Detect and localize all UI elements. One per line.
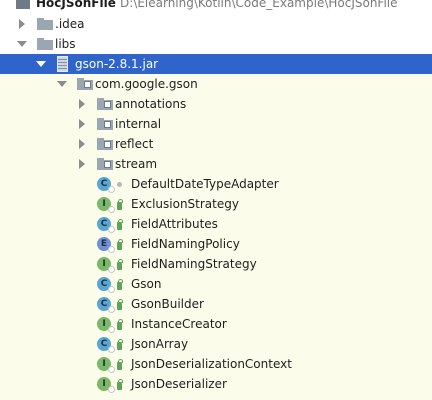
- tree-item-label: libs: [55, 37, 76, 51]
- tree-item-label: FieldAttributes: [131, 217, 218, 231]
- enum-icon: E: [97, 237, 115, 253]
- tree-item-label: com.google.gson: [95, 77, 198, 91]
- collapse-arrow-icon[interactable]: [57, 81, 67, 87]
- project-name: HocJSonFile: [36, 0, 116, 10]
- folder-icon: [37, 18, 53, 30]
- tree-item-label: .idea: [55, 17, 85, 31]
- expand-arrow-icon[interactable]: [79, 99, 85, 109]
- tree-item-label: FieldNamingPolicy: [131, 237, 240, 251]
- package-icon: [97, 138, 113, 150]
- interface-icon: I: [97, 257, 115, 273]
- collapse-arrow-icon[interactable]: [36, 61, 46, 67]
- package-icon: [77, 78, 93, 90]
- module-icon: [16, 0, 30, 9]
- class-icon: C: [97, 177, 115, 193]
- tree-item-label: ExclusionStrategy: [131, 197, 239, 211]
- package-icon: [97, 98, 113, 110]
- expand-arrow-icon[interactable]: [79, 119, 85, 129]
- jar-icon: [57, 56, 68, 72]
- public-icon: [117, 219, 123, 230]
- public-icon: [117, 339, 123, 350]
- public-icon: [117, 379, 123, 390]
- tree-item-label: GsonBuilder: [131, 297, 204, 311]
- public-icon: [117, 359, 123, 370]
- public-icon: [117, 239, 123, 250]
- package-icon: [97, 158, 113, 170]
- interface-icon: I: [97, 357, 115, 373]
- collapse-arrow-icon[interactable]: [17, 41, 27, 47]
- package-private-icon: [117, 182, 122, 187]
- tree-item-label: InstanceCreator: [131, 317, 227, 331]
- class-icon: C: [97, 277, 115, 293]
- public-icon: [117, 199, 123, 210]
- tree-item-label: JsonDeserializer: [131, 377, 227, 391]
- project-path: D:\Elearning\Kotlin\Code_Example\HocJSon…: [120, 0, 398, 10]
- tree-item-label: reflect: [115, 137, 154, 151]
- tree-item-label: stream: [115, 157, 158, 171]
- tree-item-label: gson-2.8.1.jar: [75, 57, 159, 71]
- tree-item-label: DefaultDateTypeAdapter: [131, 177, 279, 191]
- tree-item-label: JsonArray: [131, 337, 189, 351]
- tree-item-label: Gson: [131, 277, 162, 291]
- class-icon: C: [97, 217, 115, 233]
- interface-icon: I: [97, 197, 115, 213]
- tree-item-label: annotations: [115, 97, 187, 111]
- tree-item-label: FieldNamingStrategy: [131, 257, 257, 271]
- package-icon: [97, 118, 113, 130]
- interface-icon: I: [97, 377, 115, 393]
- tree-item-label: JsonDeserializationContext: [131, 357, 292, 371]
- public-icon: [117, 259, 123, 270]
- expand-arrow-icon[interactable]: [79, 159, 85, 169]
- folder-icon: [37, 38, 53, 50]
- public-icon: [117, 319, 123, 330]
- class-icon: C: [97, 337, 115, 353]
- expand-arrow-icon[interactable]: [19, 19, 25, 29]
- tree-item-label: internal: [115, 117, 162, 131]
- expand-arrow-icon[interactable]: [79, 139, 85, 149]
- public-icon: [117, 279, 123, 290]
- project-tree[interactable]: HocJSonFile D:\Elearning\Kotlin\Code_Exa…: [0, 0, 432, 400]
- interface-icon: I: [97, 317, 115, 333]
- class-icon: C: [97, 297, 115, 313]
- public-icon: [117, 299, 123, 310]
